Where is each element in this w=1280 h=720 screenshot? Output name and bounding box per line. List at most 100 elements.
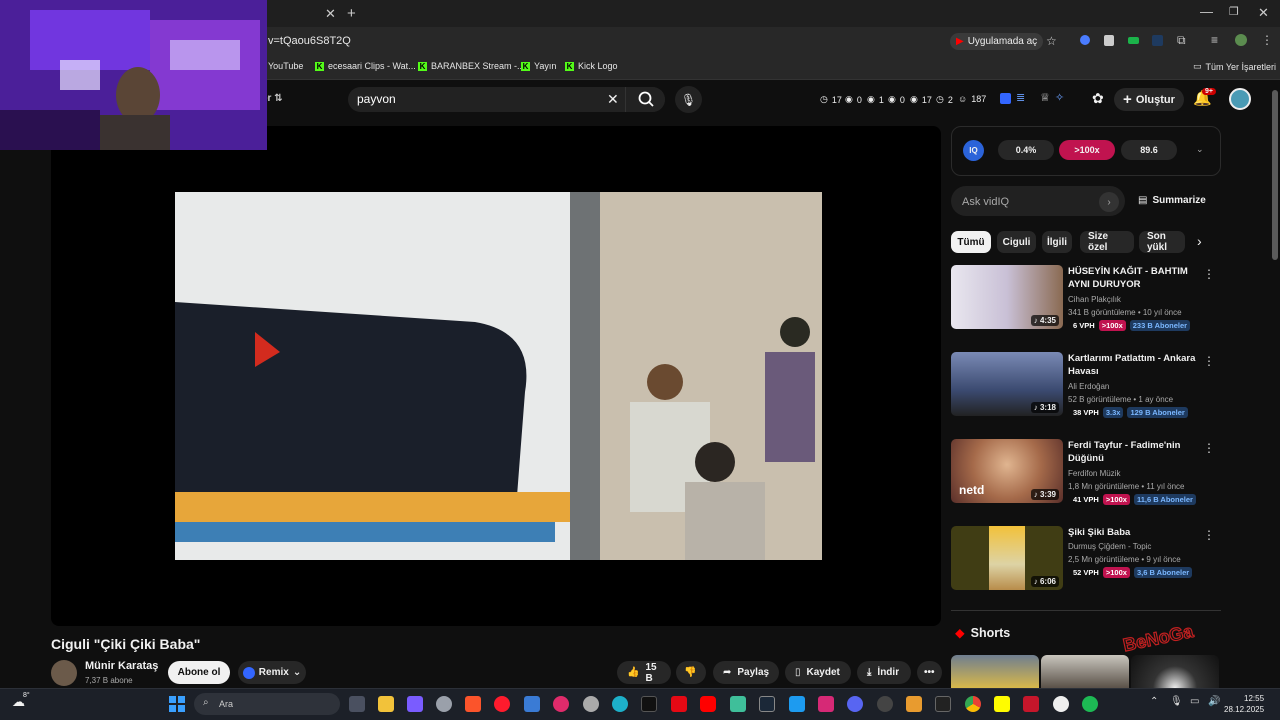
whatsapp-icon[interactable]	[730, 696, 746, 712]
trophy-icon[interactable]: ♕	[1040, 91, 1050, 104]
recommendation-item[interactable]: ♪ 4:35 HÜSEYİN KAĞIT - BAHTIM AYNI DURUY…	[951, 265, 1221, 343]
yandex-icon[interactable]	[1053, 696, 1069, 712]
summarize-button[interactable]: ▤ Summarize	[1138, 195, 1206, 206]
chip-ciguli[interactable]: Ciguli	[997, 231, 1036, 253]
volume-icon[interactable]: 🔊	[1208, 696, 1220, 707]
recommendation-title[interactable]: Ferdi Tayfur - Fadime'nin Düğünü	[1068, 439, 1208, 465]
maximize-icon[interactable]: ❐	[1229, 5, 1239, 18]
recommendation-title[interactable]: Kartlarımı Patlattım - Ankara Havası	[1068, 352, 1208, 378]
short-thumbnail[interactable]	[951, 655, 1039, 688]
create-button[interactable]: + Oluştur	[1114, 88, 1184, 111]
search-button[interactable]	[625, 87, 665, 112]
short-thumbnail[interactable]	[1041, 655, 1129, 688]
page-scrollbar[interactable]	[1272, 90, 1278, 260]
epic-games-icon[interactable]	[935, 696, 951, 712]
extension-icon[interactable]	[1080, 35, 1090, 45]
close-tab-icon[interactable]: ✕	[325, 6, 336, 22]
opera-icon[interactable]	[494, 696, 510, 712]
more-options-icon[interactable]: ⋮	[1203, 354, 1215, 368]
speed-icon[interactable]	[877, 696, 893, 712]
tray-chevron-icon[interactable]: ⌃	[1150, 696, 1158, 707]
chip-for-you[interactable]: Size özel	[1080, 231, 1134, 253]
minimize-icon[interactable]: —	[1200, 4, 1213, 19]
open-in-app-button[interactable]: ▶ Uygulamada aç	[950, 33, 1044, 50]
github-icon[interactable]	[583, 696, 599, 712]
flag-icon[interactable]	[906, 696, 922, 712]
shield-app-icon[interactable]	[1023, 696, 1039, 712]
tiktok-icon[interactable]	[641, 696, 657, 712]
recommendation-channel[interactable]: Durmuş Çiğdem - Topic	[1068, 542, 1151, 551]
profile-avatar[interactable]	[1235, 34, 1247, 46]
video-thumbnail[interactable]: ♪ 4:35	[951, 265, 1063, 329]
youtube-app-icon[interactable]	[700, 696, 716, 712]
brave-icon[interactable]	[465, 696, 481, 712]
recommendation-item[interactable]: netd ♪ 3:39 Ferdi Tayfur - Fadime'nin Dü…	[951, 439, 1221, 517]
bookmark-yayin[interactable]: K Yayın	[521, 61, 556, 71]
bookmark-youtube[interactable]: YouTube	[268, 61, 303, 71]
more-options-icon[interactable]: ⋮	[1203, 267, 1215, 281]
bookmark-ecesaari[interactable]: Kecesaari Clips - Wat...	[315, 61, 416, 71]
settings-badge-icon[interactable]: ✿	[1092, 90, 1104, 107]
url-text[interactable]: v=tQaou6S8T2Q	[268, 35, 351, 47]
shield-extension-icon[interactable]	[1104, 35, 1114, 46]
chip-related[interactable]: İlgili	[1042, 231, 1072, 253]
recommendation-title[interactable]: HÜSEYİN KAĞIT - BAHTIM AYNI DURUYOR	[1068, 265, 1208, 291]
ask-submit-button[interactable]: ›	[1099, 192, 1119, 212]
recommendation-item[interactable]: ♪ 6:06 Şiki Şiki Baba Durmuş Çiğdem - To…	[951, 526, 1221, 604]
more-actions-button[interactable]: •••	[917, 661, 942, 684]
netflix-icon[interactable]	[671, 696, 687, 712]
taskbar-clock[interactable]: 12:55 28.12.2025	[1224, 693, 1264, 715]
battery-extension-icon[interactable]	[1128, 37, 1139, 44]
account-avatar[interactable]	[1229, 88, 1251, 110]
vidiq-extension-icon[interactable]	[1152, 35, 1163, 46]
channel-name[interactable]: Münir Karataş	[85, 660, 158, 672]
vidiq-logo-icon[interactable]	[1000, 93, 1011, 104]
spotify-icon[interactable]	[1082, 696, 1098, 712]
copilot-icon[interactable]	[407, 696, 423, 712]
dislike-button[interactable]: 👎	[676, 661, 706, 684]
reading-list-icon[interactable]: ≡	[1211, 33, 1218, 47]
start-button[interactable]	[169, 696, 185, 712]
bookmark-baranbex[interactable]: K BARANBEX Stream -...	[418, 61, 525, 71]
video-thumbnail[interactable]: ♪ 3:18	[951, 352, 1063, 416]
video-frame[interactable]	[175, 192, 822, 560]
mic-tray-icon[interactable]: 🎙	[1170, 696, 1183, 707]
recommendation-channel[interactable]: Ferdifon Müzik	[1068, 469, 1120, 478]
chip-all[interactable]: Tümü	[951, 231, 991, 253]
bookmark-star-icon[interactable]: ☆	[1046, 34, 1057, 48]
video-thumbnail[interactable]: ♪ 6:06	[951, 526, 1063, 590]
edge-icon[interactable]	[612, 696, 628, 712]
instagram-icon[interactable]	[818, 696, 834, 712]
recommendation-item[interactable]: ♪ 3:18 Kartlarımı Patlattım - Ankara Hav…	[951, 352, 1221, 430]
chevron-down-icon[interactable]: ⌄	[1196, 144, 1204, 155]
settings-app-icon[interactable]	[436, 696, 452, 712]
list-icon[interactable]: ≣	[1016, 91, 1025, 104]
new-tab-button[interactable]: +	[347, 5, 356, 22]
recommendation-channel[interactable]: Cihan Plakçılık	[1068, 295, 1121, 304]
recommendation-channel[interactable]: Ali Erdoğan	[1068, 382, 1109, 391]
short-thumbnail[interactable]	[1131, 655, 1219, 688]
media-player-icon[interactable]	[553, 696, 569, 712]
more-options-icon[interactable]: ⋮	[1203, 441, 1215, 455]
extensions-puzzle-icon[interactable]: ⧉	[1177, 33, 1186, 48]
mic-button[interactable]: 🎙	[675, 86, 702, 113]
snapchat-icon[interactable]	[994, 696, 1010, 712]
store-icon[interactable]	[524, 696, 540, 712]
steam-icon[interactable]	[759, 696, 775, 712]
twitter-icon[interactable]	[789, 696, 805, 712]
window-close-icon[interactable]: ✕	[1258, 5, 1269, 21]
chrome-icon[interactable]	[965, 696, 981, 712]
bookmark-kick-logo[interactable]: K Kick Logo	[565, 61, 618, 71]
file-explorer-icon[interactable]	[378, 696, 394, 712]
subscribe-button[interactable]: Abone ol	[168, 661, 230, 684]
save-button[interactable]: ▯ Kaydet	[785, 661, 851, 684]
sparkle-icon[interactable]: ✧	[1055, 91, 1064, 104]
chip-next-icon[interactable]: ›	[1197, 233, 1202, 249]
taskbar-search[interactable]	[194, 693, 340, 715]
browser-menu-icon[interactable]: ⋮	[1261, 33, 1273, 47]
more-options-icon[interactable]: ⋮	[1203, 528, 1215, 542]
share-button[interactable]: ➦ Paylaş	[713, 661, 779, 684]
remix-button[interactable]: Remix ⌄	[238, 661, 306, 684]
channel-avatar[interactable]	[51, 660, 77, 686]
video-thumbnail[interactable]: netd ♪ 3:39	[951, 439, 1063, 503]
